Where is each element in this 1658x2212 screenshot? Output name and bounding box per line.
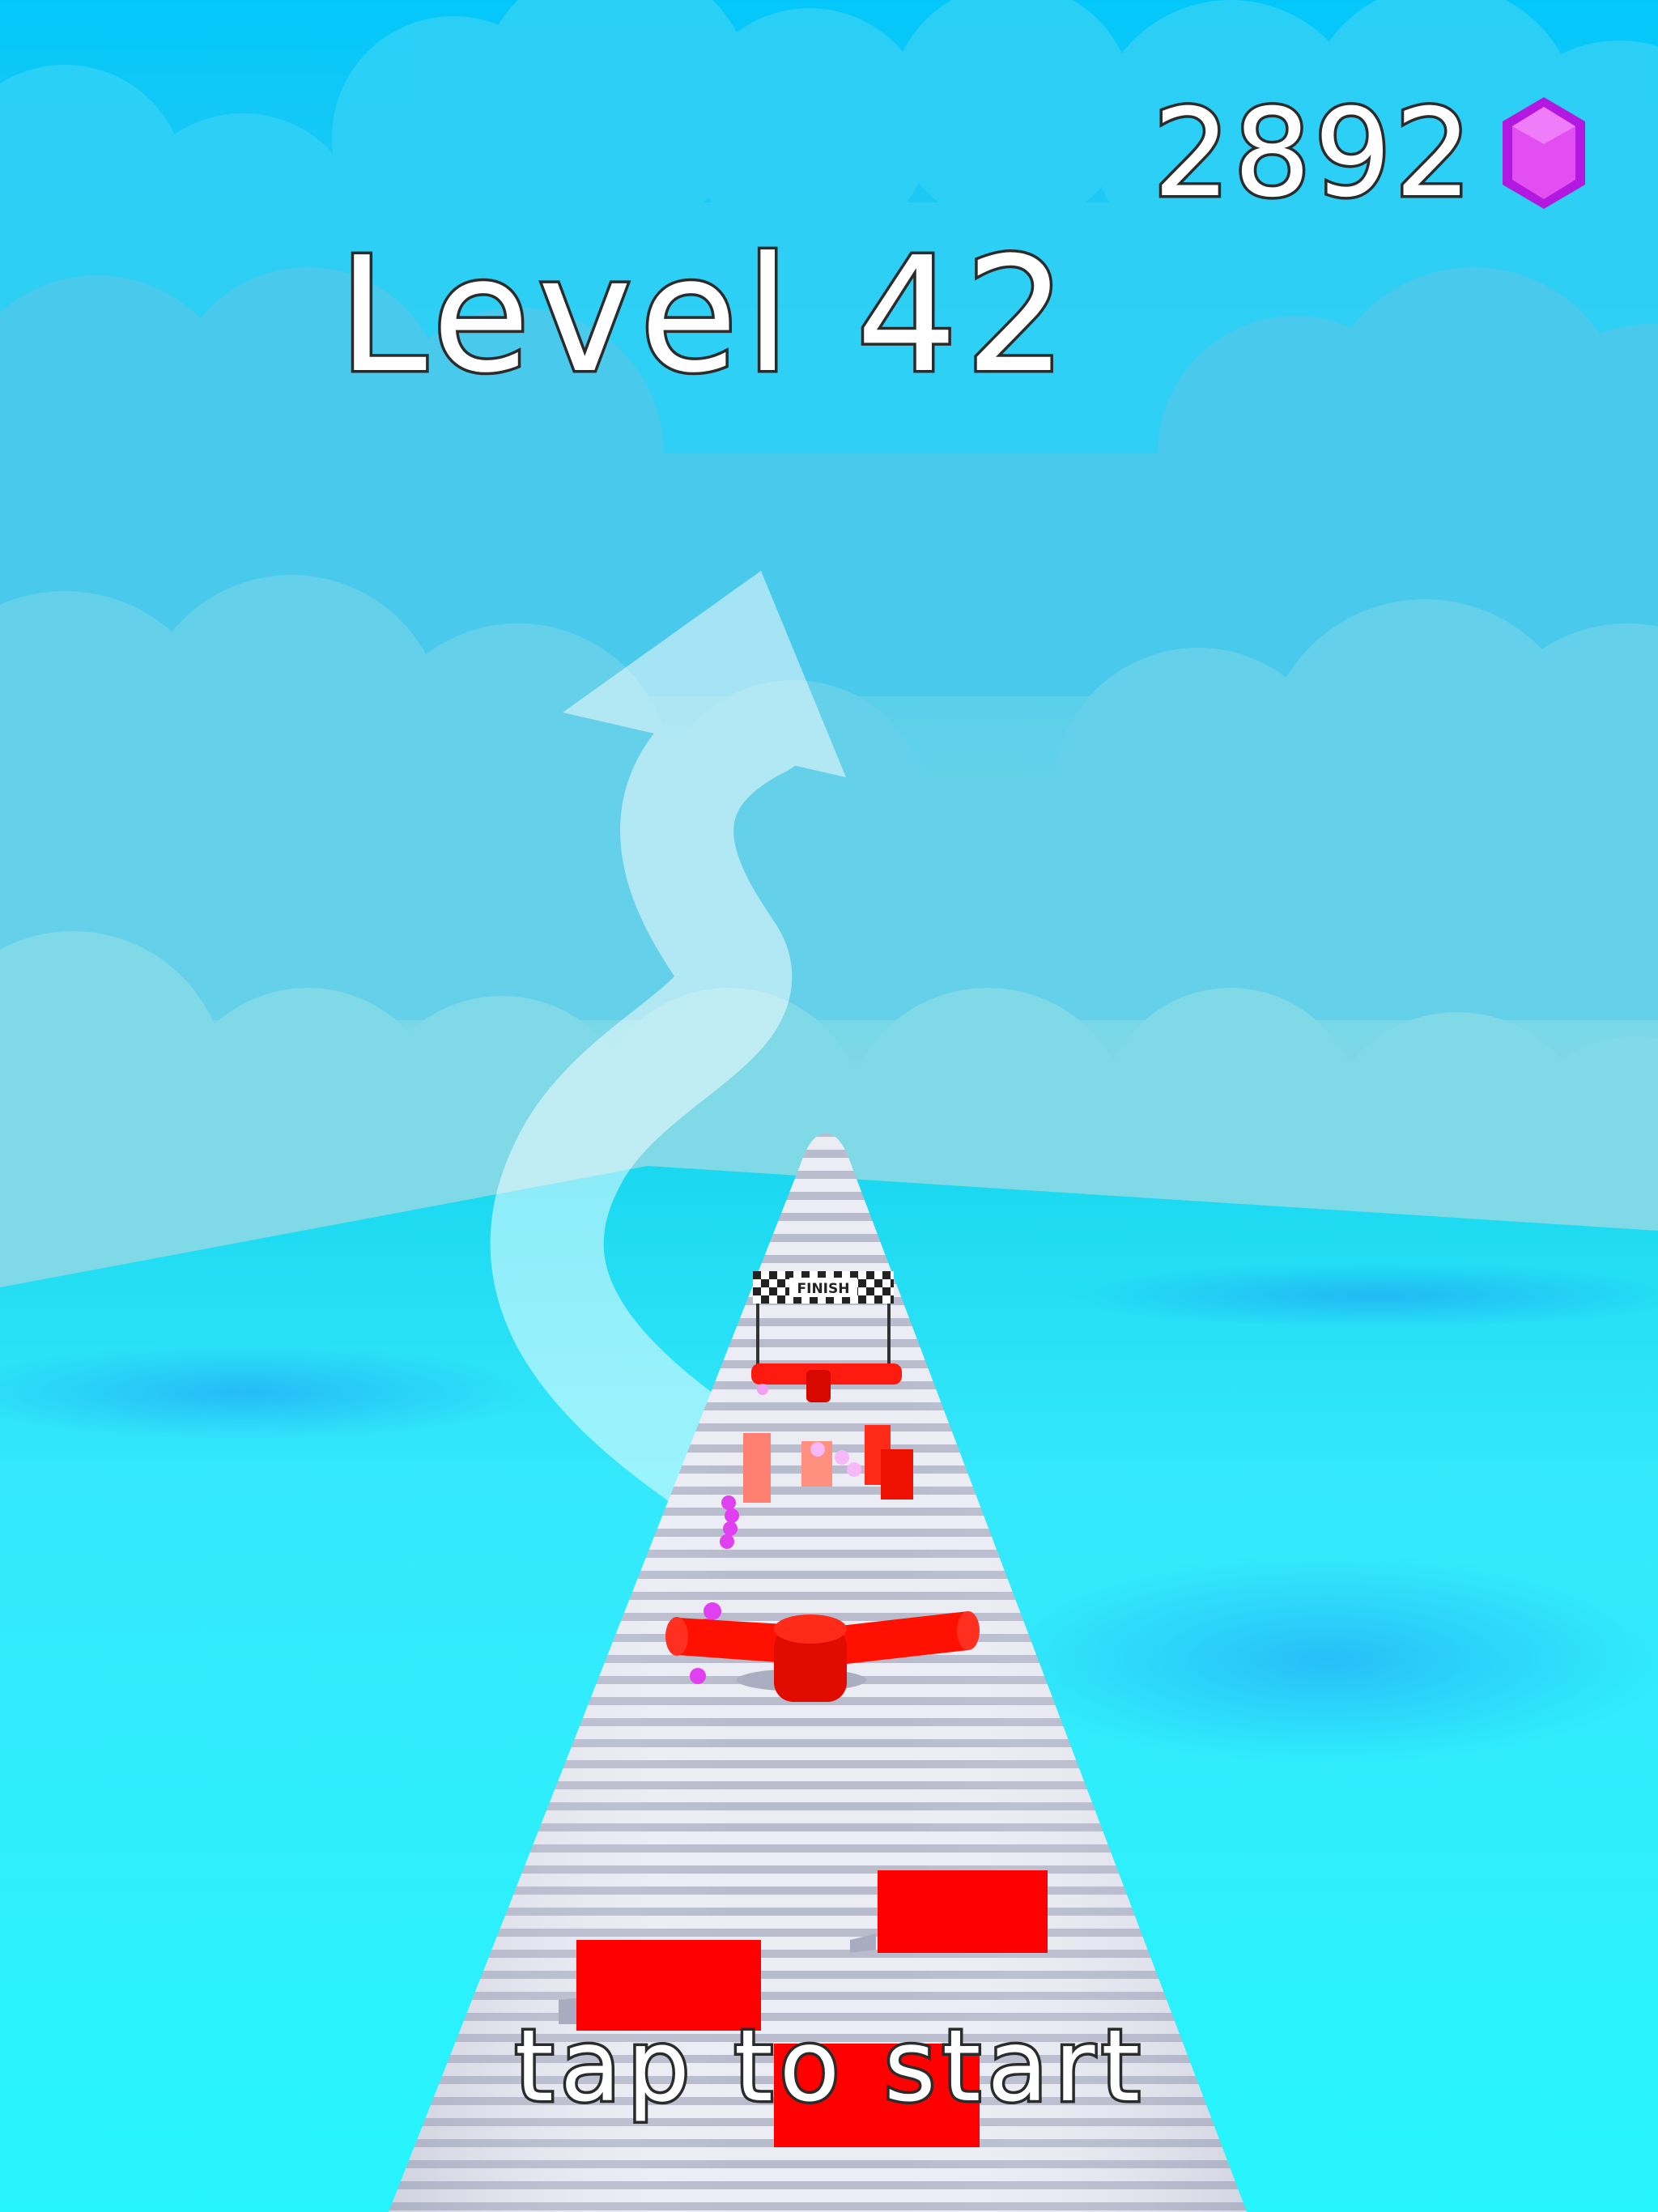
sea-shadow [988,1555,1658,1765]
tap-to-start-prompt[interactable]: tap to start [512,2007,1146,2126]
gem-counter: 2892 [1150,83,1475,224]
sea-shadow [1069,1263,1658,1328]
purple-gem-icon [1503,97,1585,209]
level-title: Level 42 [335,223,1075,408]
finish-banner-text: FINISH [797,1281,850,1297]
